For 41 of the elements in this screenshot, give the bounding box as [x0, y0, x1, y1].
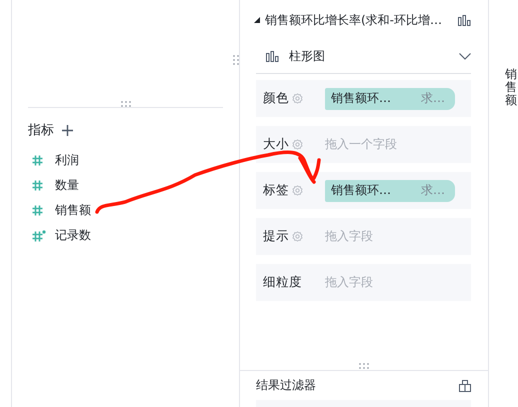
shelf-row[interactable]: 颜色 销售额环… 求…	[256, 80, 471, 117]
chart-title: 销售额环比增长率(求和-环比增…	[265, 12, 442, 28]
drag-handle-icon[interactable]	[120, 101, 132, 107]
drop-zone-placeholder: 拖入一个字段	[325, 136, 397, 153]
field-item[interactable]: 记录数	[55, 227, 91, 244]
shelf-row[interactable]: 标签 销售额环… 求…	[256, 172, 471, 209]
drop-zone-placeholder: 拖入字段	[325, 274, 373, 291]
chart-type-dropdown[interactable]: 柱形图	[256, 40, 471, 74]
hash-star-icon	[32, 230, 46, 242]
bar-chart-icon	[266, 51, 279, 62]
shelf-label: 大小	[263, 136, 289, 153]
field-item[interactable]: 利润	[55, 152, 79, 169]
hash-icon	[32, 180, 43, 191]
drag-handle-icon[interactable]	[358, 363, 370, 369]
drag-handle-icon[interactable]	[233, 54, 239, 66]
field-item[interactable]: 销售额	[55, 202, 91, 219]
shelf-row[interactable]: 提示 拖入字段	[256, 218, 471, 255]
bar-chart-icon	[458, 14, 471, 26]
section-title: 指标	[28, 122, 54, 139]
add-icon[interactable]	[62, 124, 73, 136]
shelf-label: 提示	[263, 228, 289, 245]
filter-box-icon[interactable]	[459, 380, 471, 392]
shelf-row[interactable]: 细粒度 拖入字段	[256, 264, 471, 301]
collapse-icon[interactable]	[254, 17, 260, 23]
gear-icon[interactable]	[292, 231, 303, 242]
gear-icon[interactable]	[292, 139, 303, 150]
field-pill[interactable]: 销售额环… 求…	[325, 88, 455, 110]
gear-icon[interactable]	[292, 185, 303, 196]
shelf-label: 颜色	[263, 90, 289, 107]
chevron-down-icon[interactable]	[459, 53, 471, 60]
shelf-label: 标签	[263, 182, 289, 199]
field-pill[interactable]: 销售额环… 求…	[325, 180, 455, 202]
hash-icon	[32, 205, 43, 216]
gear-icon[interactable]	[292, 93, 303, 104]
vertical-label: 销售额	[505, 68, 517, 108]
drop-zone-placeholder: 拖入字段	[325, 228, 373, 245]
section-title: 结果过滤器	[256, 377, 316, 394]
shelf-row[interactable]: 大小 拖入一个字段	[256, 126, 471, 163]
hash-icon	[32, 155, 43, 166]
field-item[interactable]: 数量	[55, 177, 79, 194]
shelf-label: 细粒度	[263, 274, 302, 291]
